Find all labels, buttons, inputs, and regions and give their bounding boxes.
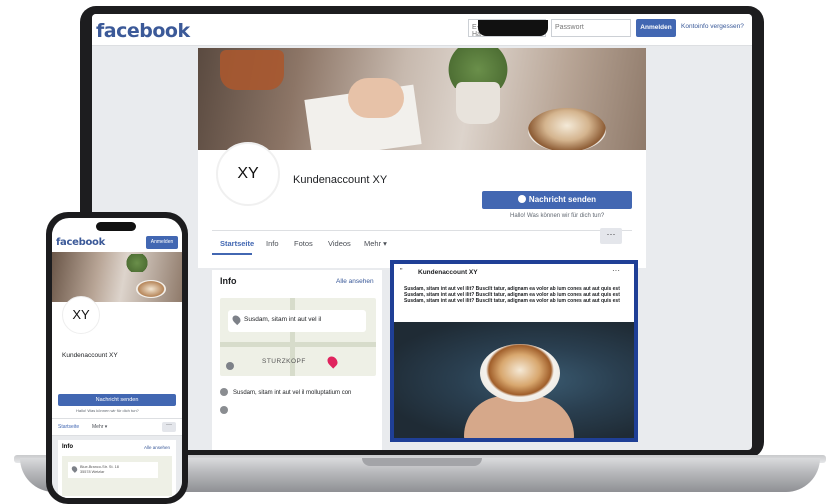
facebook-logo[interactable]: facebook <box>56 237 105 248</box>
info-icon <box>220 388 228 396</box>
top-navigation-bar: facebook E-Mail-Adresse oder Ha Passwort… <box>92 14 752 46</box>
phone-screen: facebook Anmelden XY Kundenaccount XY Na… <box>52 218 182 498</box>
info-title: Info <box>220 276 237 286</box>
page-title: Kundenaccount XY <box>293 174 388 186</box>
laptop-hinge <box>362 458 482 466</box>
info-card: Info Alle ansehen Susdam, sitam int aut … <box>212 270 382 450</box>
facebook-logo[interactable]: facebook <box>96 20 190 42</box>
mobile-info-card: Info Alle ansehen Blue-Branco-Str. St. 1… <box>58 440 176 498</box>
mobile-more-options-button[interactable]: ··· <box>162 422 176 432</box>
active-tab-indicator <box>212 253 252 255</box>
cover-hand <box>348 78 404 118</box>
mockup-stage: facebook E-Mail-Adresse oder Ha Passwort… <box>0 0 830 504</box>
profile-header: XY Kundenaccount XY Nachricht senden Hal… <box>198 142 646 268</box>
map-info-icon <box>226 362 234 370</box>
post-menu-button[interactable]: ··· <box>612 266 620 275</box>
mobile-page-title: Kundenaccount XY <box>62 352 118 359</box>
mobile-info-title: Info <box>62 444 73 450</box>
tab-startseite[interactable]: Startseite <box>220 239 254 248</box>
more-options-button[interactable]: ··· <box>600 228 622 244</box>
forgot-account-link[interactable]: Kontoinfo vergessen? <box>681 23 744 30</box>
cover-plant-pot <box>220 50 284 90</box>
map-address: Susdam, sitam int aut vel il <box>244 316 322 323</box>
quote-icon: " <box>400 268 403 275</box>
mobile-page-tabs: Startseite Mehr ▾ ··· <box>52 418 182 436</box>
mobile-cover-plant <box>122 254 152 272</box>
location-map[interactable]: Susdam, sitam int aut vel il STURZKOPF <box>220 298 376 376</box>
map-road <box>220 342 376 347</box>
cover-photo <box>198 48 646 150</box>
tab-more[interactable]: Mehr ▾ <box>92 424 107 430</box>
map-marker-icon <box>325 354 340 369</box>
mobile-location-map[interactable]: Blue-Branco-Str. St. 18 35578 Wetzlar <box>62 456 172 496</box>
password-field[interactable]: Passwort <box>551 19 631 37</box>
message-hint: Hallo! Was können wir für dich tun? <box>510 213 605 219</box>
location-pin-icon <box>230 313 243 326</box>
mobile-page-body: Info Alle ansehen Blue-Branco-Str. St. 1… <box>52 436 182 498</box>
phone-dynamic-island <box>96 222 136 231</box>
cover-white-pot <box>456 82 500 124</box>
mobile-login-button[interactable]: Anmelden <box>146 236 178 249</box>
post-card: " Kundenaccount XY ··· Susdam, sitam int… <box>390 260 638 442</box>
map-street-label: STURZKOPF <box>262 358 306 365</box>
mobile-cover-cup <box>136 280 166 298</box>
page-tabs: Startseite Info Fotos Videos Mehr ▾ <box>212 230 632 255</box>
send-message-button[interactable]: Nachricht senden <box>482 191 632 209</box>
send-message-label: Nachricht senden <box>528 195 597 204</box>
post-author[interactable]: Kundenaccount XY <box>418 269 478 276</box>
laptop-screen: facebook E-Mail-Adresse oder Ha Passwort… <box>92 14 752 450</box>
tab-startseite[interactable]: Startseite <box>58 424 79 430</box>
camera-notch <box>478 20 548 36</box>
mobile-see-all-link[interactable]: Alle ansehen <box>144 445 170 450</box>
mobile-top-bar: facebook Anmelden <box>52 232 182 254</box>
map-address-box: Susdam, sitam int aut vel il <box>228 310 366 332</box>
post-header: " Kundenaccount XY ··· Susdam, sitam int… <box>394 264 634 322</box>
login-button[interactable]: Anmelden <box>636 19 676 37</box>
info-icon <box>220 406 228 414</box>
info-row: Susdam, sitam int aut vel il molluptatiu… <box>220 388 351 396</box>
cover-coffee-cup <box>528 108 606 150</box>
tab-videos[interactable]: Videos <box>328 239 351 248</box>
post-photo[interactable] <box>394 322 634 438</box>
mobile-cover-photo <box>52 252 182 302</box>
info-row <box>220 406 233 414</box>
mobile-send-message-button[interactable]: Nachricht senden <box>58 394 176 406</box>
info-row-text: Susdam, sitam int aut vel il molluptatiu… <box>233 390 352 396</box>
photo-latte-cup <box>480 344 560 402</box>
messenger-icon <box>517 195 526 203</box>
tab-info[interactable]: Info <box>266 239 279 248</box>
photo-hands <box>464 396 574 438</box>
tab-fotos[interactable]: Fotos <box>294 239 313 248</box>
mobile-map-address-box: Blue-Branco-Str. St. 18 35578 Wetzlar <box>68 462 158 478</box>
tab-more[interactable]: Mehr ▾ <box>364 239 387 248</box>
location-pin-icon <box>70 465 79 473</box>
profile-avatar[interactable]: XY <box>216 142 280 206</box>
mobile-message-hint: Hallo! Was können wir für dich tun? <box>76 408 139 413</box>
mobile-map-address-line2: 35578 Wetzlar <box>80 470 105 474</box>
post-text: Susdam, sitam int aut vel ilit? Buscilt … <box>404 286 620 304</box>
see-all-link[interactable]: Alle ansehen <box>336 278 374 285</box>
mobile-profile-avatar[interactable]: XY <box>62 296 100 334</box>
